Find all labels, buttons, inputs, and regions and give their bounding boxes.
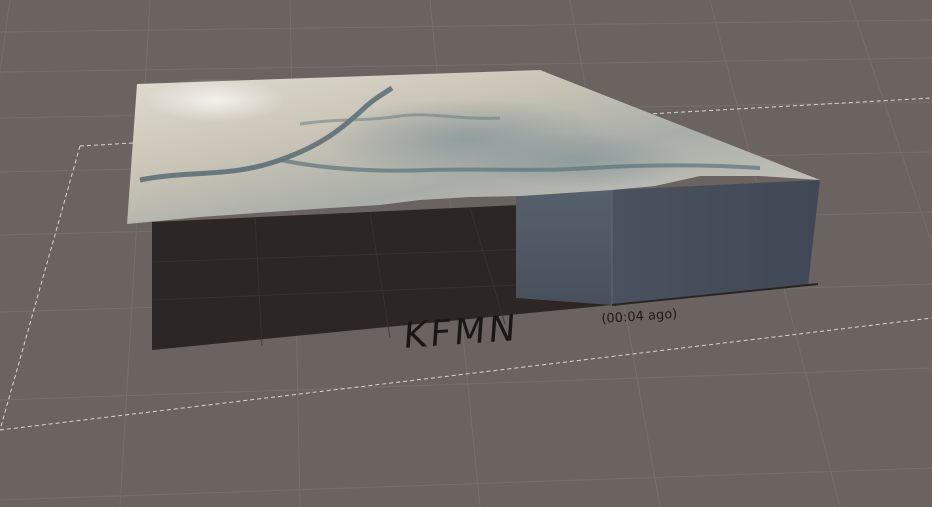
scene-canvas[interactable] <box>0 0 932 507</box>
terrain-urban-area-2 <box>470 132 690 188</box>
unity-scene-viewport[interactable]: KFMN (00:04 ago) <box>0 0 932 507</box>
terrain-bright-area <box>145 78 285 122</box>
terrain-block-front <box>516 190 612 305</box>
station-id-label: KFMN <box>402 308 521 357</box>
